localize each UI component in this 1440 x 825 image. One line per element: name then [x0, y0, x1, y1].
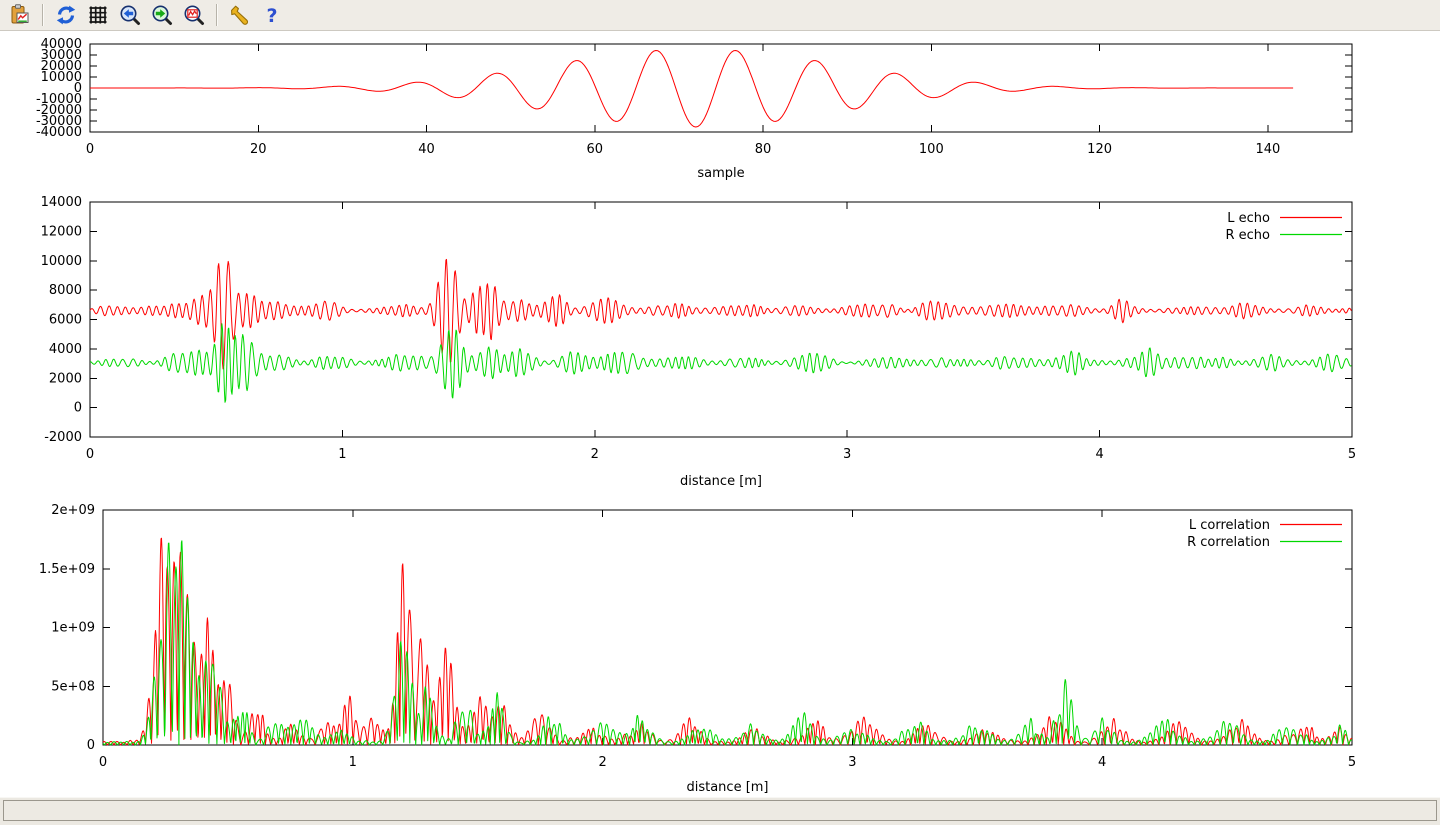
svg-text:4000: 4000	[49, 342, 82, 357]
svg-text:2e+09: 2e+09	[51, 503, 95, 518]
zoom-previous-button[interactable]	[115, 1, 145, 29]
svg-text:1e+09: 1e+09	[51, 621, 95, 636]
charts-svg: 020406080100120140-40000-30000-20000-100…	[0, 32, 1440, 796]
configure-button[interactable]	[225, 1, 255, 29]
svg-text:12000: 12000	[41, 224, 82, 239]
clipboard-chart-icon	[8, 3, 32, 27]
help-button[interactable]: ?	[257, 1, 287, 29]
svg-text:8000: 8000	[49, 283, 82, 298]
svg-text:6000: 6000	[49, 313, 82, 328]
svg-text:R correlation: R correlation	[1187, 535, 1270, 550]
refresh-icon	[54, 3, 78, 27]
toolbar: ?	[0, 0, 1440, 31]
svg-text:1: 1	[338, 447, 346, 462]
svg-text:20: 20	[250, 142, 267, 157]
svg-text:2: 2	[591, 447, 599, 462]
svg-text:L correlation: L correlation	[1189, 518, 1270, 533]
svg-text:?: ?	[266, 5, 277, 27]
svg-text:distance [m]: distance [m]	[680, 474, 762, 489]
toolbar-separator	[42, 4, 44, 26]
magnifier-left-arrow-icon	[118, 3, 142, 27]
svg-text:0: 0	[74, 401, 82, 416]
svg-text:-2000: -2000	[44, 430, 82, 445]
status-message	[3, 800, 1437, 821]
zoom-next-button[interactable]	[147, 1, 177, 29]
svg-text:1: 1	[349, 755, 357, 770]
svg-text:3: 3	[848, 755, 856, 770]
svg-text:R echo: R echo	[1225, 228, 1270, 243]
magnifier-right-arrow-icon	[150, 3, 174, 27]
svg-text:2000: 2000	[49, 371, 82, 386]
svg-text:0: 0	[87, 738, 95, 753]
svg-text:5e+08: 5e+08	[51, 679, 95, 694]
svg-text:10000: 10000	[41, 254, 82, 269]
svg-text:5: 5	[1348, 447, 1356, 462]
svg-text:60: 60	[587, 142, 604, 157]
svg-text:40000: 40000	[41, 37, 82, 52]
svg-text:100: 100	[919, 142, 944, 157]
svg-text:2: 2	[598, 755, 606, 770]
svg-text:0: 0	[86, 447, 94, 462]
svg-text:4: 4	[1095, 447, 1103, 462]
autoscale-button[interactable]	[179, 1, 209, 29]
question-mark-icon: ?	[260, 3, 284, 27]
toolbar-separator	[216, 4, 218, 26]
svg-text:1.5e+09: 1.5e+09	[39, 562, 95, 577]
svg-text:14000: 14000	[41, 195, 82, 210]
svg-text:0: 0	[99, 755, 107, 770]
status-bar	[0, 797, 1440, 825]
svg-text:sample: sample	[697, 166, 744, 181]
svg-text:120: 120	[1087, 142, 1112, 157]
toggle-grid-button[interactable]	[83, 1, 113, 29]
svg-text:L echo: L echo	[1227, 211, 1270, 226]
svg-text:3: 3	[843, 447, 851, 462]
wrench-icon	[228, 3, 252, 27]
svg-text:0: 0	[86, 142, 94, 157]
copy-to-clipboard-button[interactable]	[5, 1, 35, 29]
svg-text:140: 140	[1255, 142, 1280, 157]
magnifier-plot-icon	[182, 3, 206, 27]
svg-text:distance [m]: distance [m]	[686, 780, 768, 795]
grid-icon	[86, 3, 110, 27]
svg-text:4: 4	[1098, 755, 1106, 770]
plot-canvas[interactable]: 020406080100120140-40000-30000-20000-100…	[0, 32, 1440, 796]
replot-button[interactable]	[51, 1, 81, 29]
svg-text:80: 80	[755, 142, 772, 157]
svg-text:5: 5	[1348, 755, 1356, 770]
svg-text:40: 40	[418, 142, 435, 157]
